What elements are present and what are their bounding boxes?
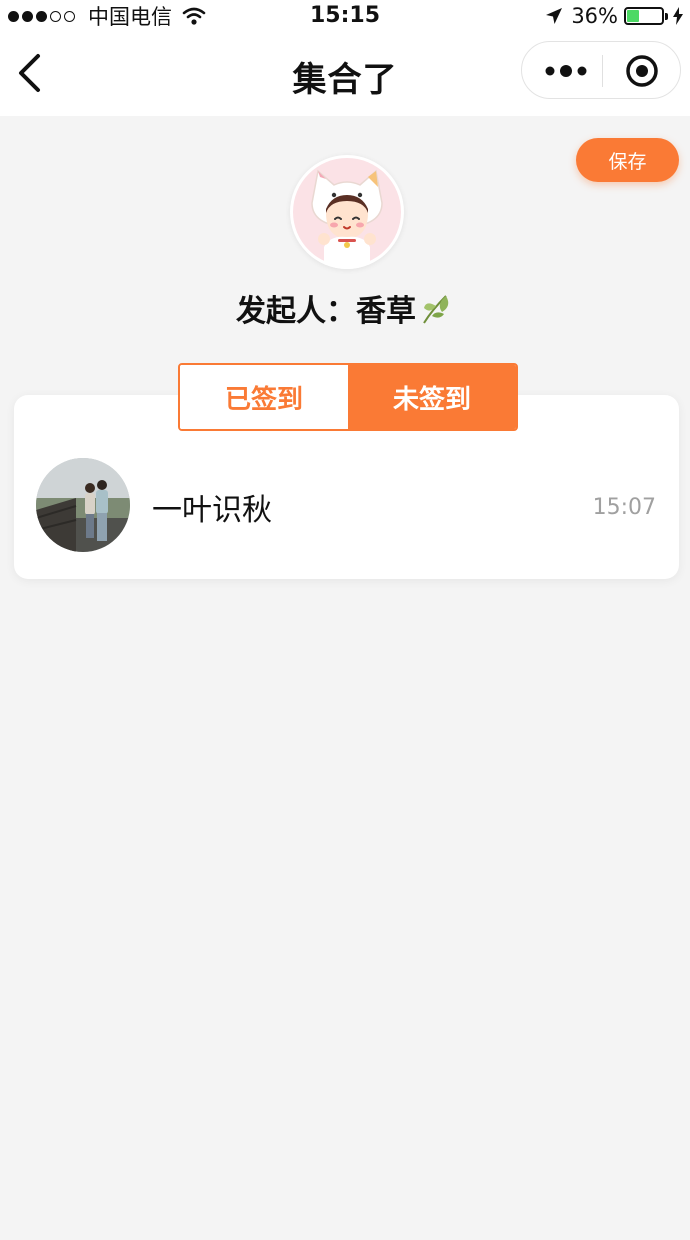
member-time: 15:07: [592, 495, 656, 520]
capsule-divider: [602, 55, 603, 87]
more-dots-icon[interactable]: [544, 61, 588, 81]
member-avatar: [36, 458, 130, 552]
target-close-icon[interactable]: [625, 54, 659, 88]
member-name: 一叶识秋: [152, 493, 272, 528]
leaf-icon: [423, 295, 449, 324]
tab-not-checked-in[interactable]: 未签到: [348, 365, 516, 429]
battery-percent: 36%: [571, 4, 618, 28]
battery-icon: [624, 7, 668, 25]
organizer-label: 发起人：: [236, 294, 356, 329]
save-button[interactable]: 保存: [576, 138, 679, 182]
tab-checked-in[interactable]: 已签到: [180, 365, 348, 429]
list-item[interactable]: 一叶识秋 15:07: [14, 455, 679, 555]
location-arrow-icon: [546, 8, 563, 24]
organizer-avatar: [290, 155, 404, 269]
mini-program-capsule: [521, 41, 681, 99]
checkin-tabs: 已签到 未签到: [178, 363, 518, 431]
status-bar: 中国电信 15:15 36%: [0, 0, 690, 32]
charging-bolt-icon: [673, 7, 683, 25]
status-right: 36%: [545, 2, 684, 30]
organizer-name: 香草: [356, 294, 416, 329]
nav-bar: 集合了: [0, 32, 690, 116]
organizer-line: 发起人： 香草: [0, 286, 690, 330]
